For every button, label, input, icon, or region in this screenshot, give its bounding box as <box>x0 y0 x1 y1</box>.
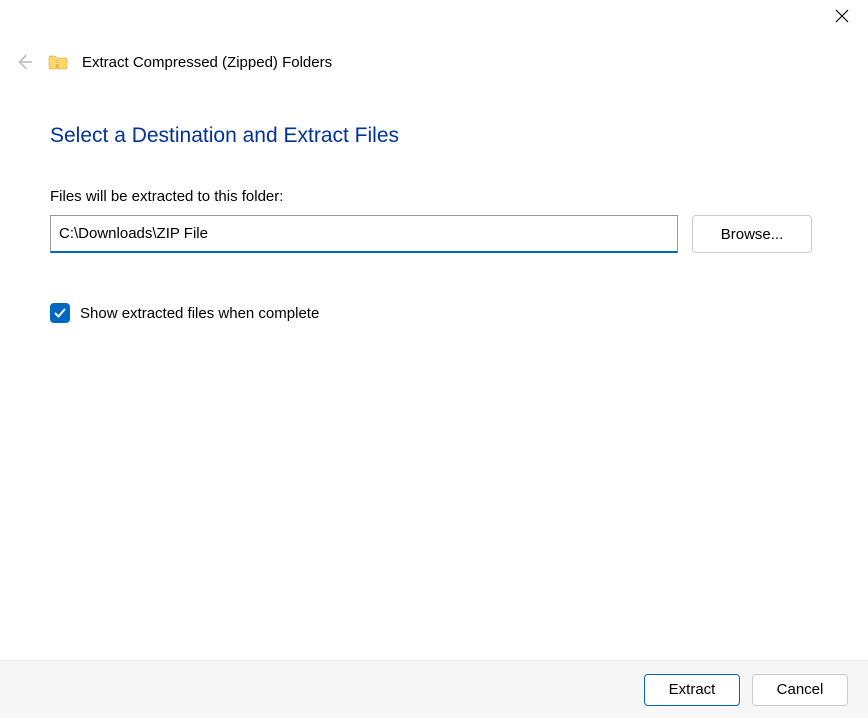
wizard-header: Extract Compressed (Zipped) Folders <box>14 52 848 72</box>
wizard-footer: Extract Cancel <box>0 660 868 718</box>
show-files-label[interactable]: Show extracted files when complete <box>80 305 319 322</box>
back-arrow-icon <box>15 53 33 71</box>
page-title: Select a Destination and Extract Files <box>50 124 812 148</box>
cancel-button[interactable]: Cancel <box>752 674 848 706</box>
show-files-checkbox[interactable] <box>50 303 70 323</box>
wizard-title: Extract Compressed (Zipped) Folders <box>82 54 332 71</box>
path-label: Files will be extracted to this folder: <box>50 188 812 205</box>
close-button[interactable] <box>832 6 852 26</box>
close-icon <box>834 8 850 24</box>
browse-button[interactable]: Browse... <box>692 215 812 253</box>
destination-path-input[interactable] <box>50 215 678 253</box>
back-button <box>14 52 34 72</box>
checkmark-icon <box>53 306 67 320</box>
extract-button[interactable]: Extract <box>644 674 740 706</box>
zip-folder-icon <box>48 54 68 70</box>
